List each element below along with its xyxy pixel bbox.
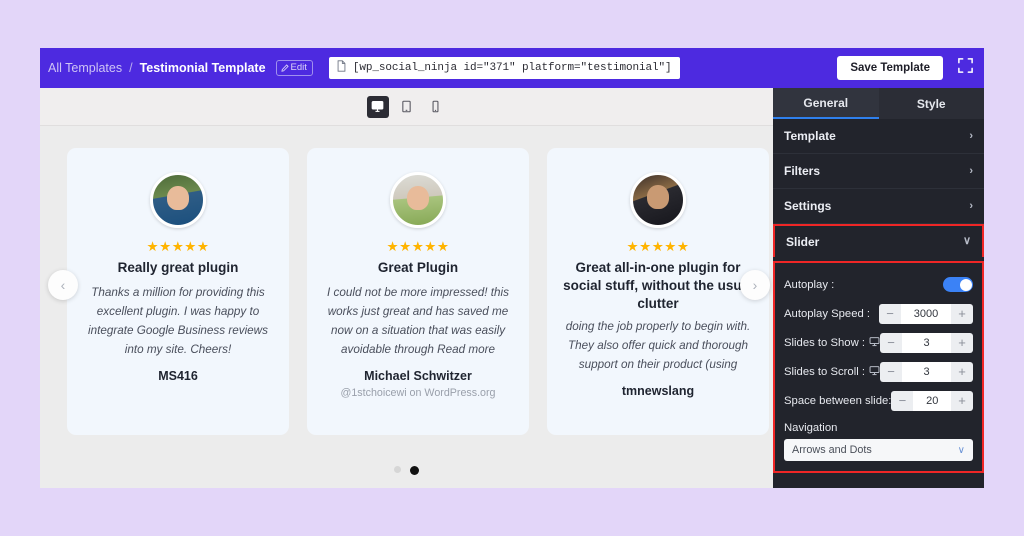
star-rating: ★★★★★ (626, 239, 690, 254)
testimonial-body: Thanks a million for providing this exce… (88, 285, 268, 356)
accordion-item-filters[interactable]: Filters › (773, 154, 984, 189)
navigation-label: Navigation (784, 422, 838, 434)
avatar (390, 172, 446, 228)
slides-to-show-stepper[interactable]: − 3 + (880, 332, 973, 353)
accordion-item-template[interactable]: Template › (773, 119, 984, 154)
testimonial-body: doing the job properly to begin with. Th… (565, 320, 751, 372)
testimonial-card[interactable]: ★★★★★ Great Plugin I could not be more i… (307, 148, 529, 435)
increment-button[interactable]: + (951, 362, 973, 382)
device-tablet-button[interactable] (396, 96, 418, 118)
testimonial-body: I could not be more impressed! this work… (327, 285, 509, 356)
testimonial-author: MS416 (158, 368, 198, 383)
topbar-actions: Save Template (837, 48, 974, 88)
panel-tabs: General Style (773, 88, 984, 119)
avatar (630, 172, 686, 228)
accordion-item-settings[interactable]: Settings › (773, 189, 984, 224)
monitor-icon (869, 365, 880, 379)
star-rating: ★★★★★ (386, 239, 450, 254)
space-between-label: Space between slide: (784, 394, 892, 407)
slides-to-scroll-stepper[interactable]: − 3 + (880, 361, 973, 382)
autoplay-toggle[interactable] (943, 277, 973, 292)
device-desktop-button[interactable] (366, 95, 389, 118)
slides-to-scroll-value[interactable]: 3 (902, 361, 951, 382)
space-between-stepper[interactable]: − 20 + (891, 390, 973, 411)
space-between-value[interactable]: 20 (913, 390, 951, 411)
editor-body: ‹ › ★★★★★ Really great plugin Thanks a m… (40, 88, 984, 488)
chevron-right-icon: › (969, 129, 973, 142)
fullscreen-icon[interactable] (957, 57, 974, 79)
decrement-button[interactable]: − (880, 333, 902, 353)
slider-dot-active[interactable] (410, 466, 419, 475)
chevron-right-icon: › (969, 199, 973, 212)
accordion-label: Template (784, 129, 836, 143)
editor-topbar: All Templates / Testimonial Template Edi… (40, 48, 984, 88)
slider-settings-group: Autoplay : Autoplay Speed : − 3000 + Sli… (773, 261, 984, 473)
accordion-item-slider[interactable]: Slider ∨ (773, 224, 984, 257)
testimonial-card[interactable]: ★★★★★ Great all-in-one plugin for social… (547, 148, 769, 435)
shortcode-field[interactable]: [wp_social_ninja id="371" platform="test… (328, 57, 681, 79)
decrement-button[interactable]: − (891, 391, 913, 411)
save-template-button[interactable]: Save Template (837, 56, 943, 80)
monitor-icon (869, 336, 880, 350)
breadcrumb-current-template: Testimonial Template (139, 61, 266, 75)
label-text: Slides to Scroll : (784, 365, 865, 378)
slider-next-button[interactable]: › (740, 270, 770, 300)
slider-dot[interactable] (394, 466, 401, 473)
testimonial-card[interactable]: ★★★★★ Really great plugin Thanks a milli… (67, 148, 289, 435)
edit-template-button[interactable]: Edit (275, 60, 313, 76)
autoplay-speed-stepper[interactable]: − 3000 + (879, 303, 973, 324)
testimonial-author: Michael Schwitzer (364, 368, 472, 383)
testimonial-title: Really great plugin (117, 259, 239, 275)
device-preview-toolbar (40, 88, 773, 126)
breadcrumb: All Templates / Testimonial Template Edi… (48, 60, 313, 76)
navigation-select[interactable]: Arrows and Dots ∨ (784, 439, 973, 461)
autoplay-speed-value[interactable]: 3000 (901, 303, 951, 324)
slides-to-show-value[interactable]: 3 (902, 332, 951, 353)
testimonial-card-list: ★★★★★ Really great plugin Thanks a milli… (40, 148, 773, 435)
accordion-label: Slider (786, 234, 820, 249)
testimonial-handle: @1stchoicewi on WordPress.org (340, 386, 496, 399)
device-mobile-button[interactable] (425, 96, 447, 118)
edit-label: Edit (290, 62, 307, 73)
increment-button[interactable]: + (951, 391, 973, 411)
avatar (150, 172, 206, 228)
chevron-right-icon: › (969, 164, 973, 177)
tab-general[interactable]: General (773, 88, 879, 119)
pencil-icon (280, 63, 289, 72)
slides-to-show-label: Slides to Show : (784, 336, 880, 350)
decrement-button[interactable]: − (879, 304, 901, 324)
shortcode-text: [wp_social_ninja id="371" platform="test… (352, 62, 672, 74)
breadcrumb-all-templates[interactable]: All Templates (48, 61, 122, 75)
chevron-down-icon: ∨ (957, 444, 965, 456)
navigation-selected-value: Arrows and Dots (792, 444, 872, 456)
setting-slides-to-show: Slides to Show : − 3 + (784, 328, 973, 357)
accordion-label: Settings (784, 199, 832, 213)
testimonial-slider: ‹ › ★★★★★ Really great plugin Thanks a m… (40, 126, 773, 488)
autoplay-speed-label: Autoplay Speed : (784, 307, 871, 320)
chevron-down-icon: ∨ (962, 235, 971, 247)
testimonial-title: Great all-in-one plugin for social stuff… (563, 259, 753, 311)
tab-style[interactable]: Style (878, 88, 984, 119)
slides-to-scroll-label: Slides to Scroll : (784, 365, 880, 379)
document-icon (336, 59, 347, 77)
breadcrumb-separator: / (129, 61, 133, 75)
template-editor-window: All Templates / Testimonial Template Edi… (40, 48, 984, 488)
decrement-button[interactable]: − (880, 362, 902, 382)
slider-prev-button[interactable]: ‹ (48, 270, 78, 300)
increment-button[interactable]: + (951, 333, 973, 353)
testimonial-title: Great Plugin (377, 259, 459, 275)
slider-dots (40, 466, 773, 475)
increment-button[interactable]: + (951, 304, 973, 324)
setting-space-between: Space between slide: − 20 + (784, 386, 973, 415)
preview-canvas-column: ‹ › ★★★★★ Really great plugin Thanks a m… (40, 88, 773, 488)
setting-autoplay-speed: Autoplay Speed : − 3000 + (784, 299, 973, 328)
label-text: Slides to Show : (784, 336, 866, 349)
accordion-label: Filters (784, 164, 821, 178)
testimonial-author: tmnewslang (621, 384, 695, 399)
setting-slides-to-scroll: Slides to Scroll : − 3 + (784, 357, 973, 386)
star-rating: ★★★★★ (146, 239, 210, 254)
autoplay-label: Autoplay : (784, 278, 835, 291)
setting-autoplay: Autoplay : (784, 270, 973, 299)
settings-panel: General Style Template › Filters › Setti… (773, 88, 984, 488)
